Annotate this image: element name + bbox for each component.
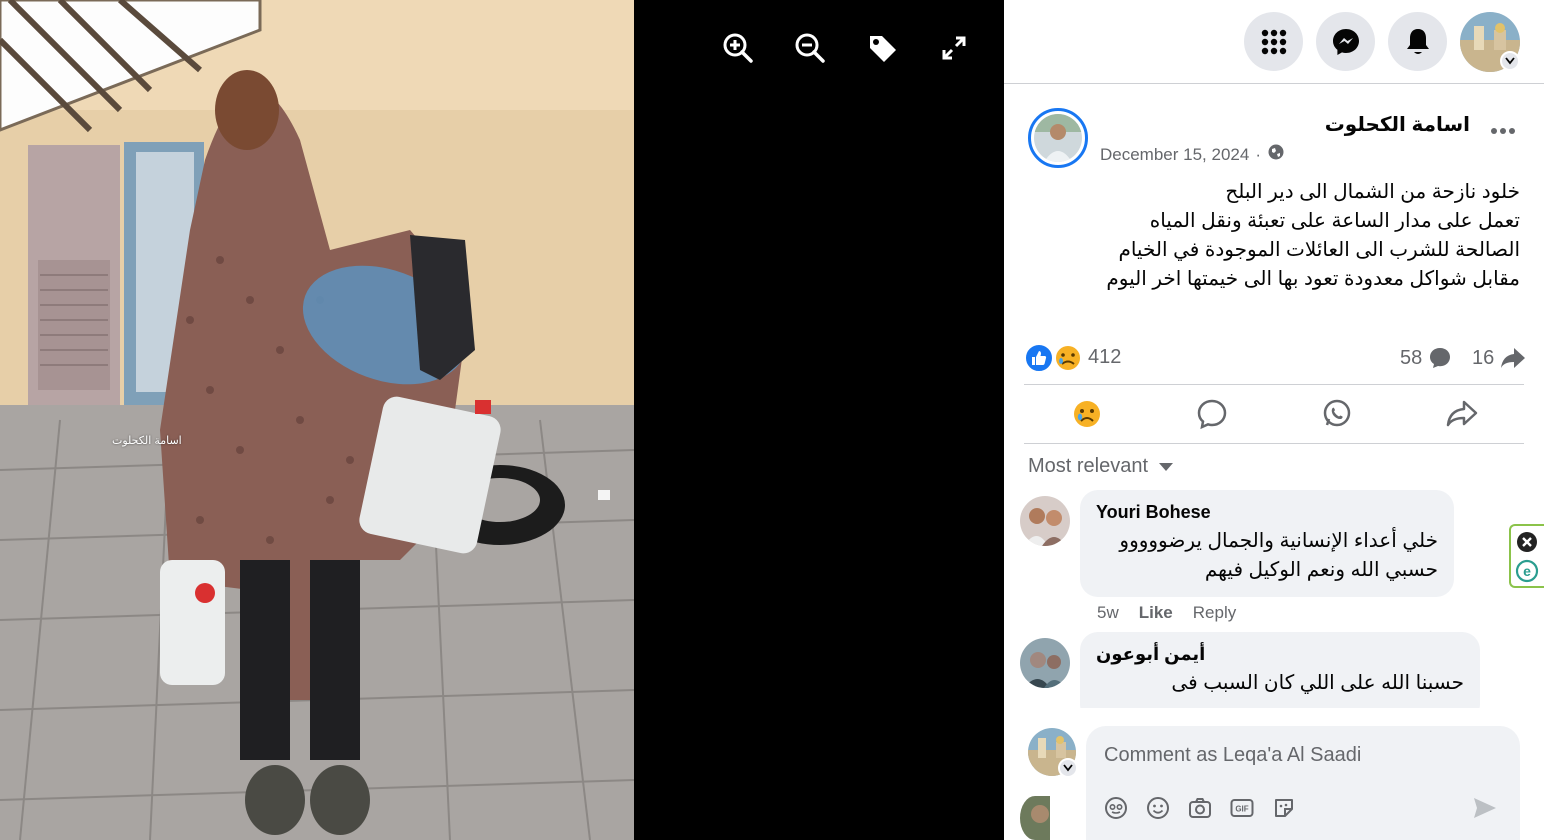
comment-line: خلي أعداء الإنسانية والجمال يرضووووو bbox=[1119, 530, 1438, 552]
zoom-out-icon[interactable] bbox=[794, 30, 826, 66]
comment-composer: Comment as Leqa'a Al Saadi GIF bbox=[1024, 722, 1524, 840]
zoom-in-icon[interactable] bbox=[722, 30, 754, 66]
comment-meta: 5w Like Reply bbox=[1097, 603, 1236, 623]
comment-item: Youri Bohese خلي أعداء الإنسانية والجمال… bbox=[1020, 490, 1530, 630]
whatsapp-icon[interactable] bbox=[1307, 392, 1367, 436]
reactions-count[interactable]: 412 bbox=[1088, 346, 1121, 369]
viewer-toolbar bbox=[722, 30, 970, 66]
avatar-sticker-icon[interactable] bbox=[1104, 796, 1128, 820]
comment-line: حسبنا الله على اللي كان السبب فى bbox=[1171, 672, 1464, 694]
post-text-line: الصالحة للشرب الى العائلات الموجودة في ا… bbox=[1118, 239, 1520, 261]
more-options-icon[interactable] bbox=[1490, 122, 1516, 140]
post-side-panel: اسامة الكحلوت December 15, 2024 · خلود ن… bbox=[1004, 0, 1544, 840]
post-date[interactable]: December 15, 2024 bbox=[1100, 145, 1249, 165]
commenter-name[interactable]: أيمن أبوعون bbox=[1096, 644, 1464, 665]
photo-viewer: اسامة الكحلوت bbox=[0, 0, 1004, 840]
post-header: اسامة الكحلوت December 15, 2024 · bbox=[1028, 108, 1528, 172]
comment-bubble-icon bbox=[1430, 348, 1451, 368]
date-separator: · bbox=[1255, 144, 1261, 164]
reaction-icons[interactable] bbox=[1024, 343, 1082, 373]
comment-like-button[interactable]: Like bbox=[1139, 603, 1173, 623]
svg-text:e: e bbox=[1523, 563, 1531, 579]
tag-icon[interactable] bbox=[866, 30, 898, 66]
comment-bubble: Youri Bohese خلي أعداء الإنسانية والجمال… bbox=[1080, 490, 1454, 597]
comment-bubble: أيمن أبوعون حسبنا الله على اللي كان السب… bbox=[1080, 632, 1480, 708]
share-arrow-icon bbox=[1501, 348, 1526, 368]
send-icon[interactable] bbox=[1472, 796, 1498, 825]
camera-icon[interactable] bbox=[1188, 796, 1212, 820]
composer-tools: GIF bbox=[1104, 796, 1296, 820]
globe-icon bbox=[1267, 143, 1285, 166]
commenter-avatar[interactable] bbox=[1020, 496, 1070, 546]
author-name[interactable]: اسامة الكحلوت bbox=[1325, 112, 1470, 137]
partial-avatar bbox=[1020, 796, 1050, 840]
top-bar bbox=[1004, 0, 1544, 84]
commenter-name[interactable]: Youri Bohese bbox=[1096, 502, 1438, 523]
comment-placeholder[interactable]: Comment as Leqa'a Al Saadi bbox=[1104, 744, 1361, 767]
comment-item: أيمن أبوعون حسبنا الله على اللي كان السب… bbox=[1020, 632, 1530, 708]
composer-chevron-icon[interactable] bbox=[1058, 758, 1078, 778]
comment-time[interactable]: 5w bbox=[1097, 603, 1119, 623]
comment-line: حسبي الله ونعم الوكيل فيهم bbox=[1204, 559, 1438, 581]
post-text-line: تعمل على مدار الساعة على تعبئة ونقل المي… bbox=[1149, 210, 1520, 232]
share-icon[interactable] bbox=[1432, 392, 1492, 436]
menu-grid-icon[interactable] bbox=[1244, 12, 1303, 71]
post-action-bar bbox=[1024, 384, 1524, 444]
gif-icon[interactable]: GIF bbox=[1230, 796, 1254, 820]
messenger-icon[interactable] bbox=[1316, 12, 1375, 71]
fullscreen-icon[interactable] bbox=[938, 30, 970, 66]
post-date-row: December 15, 2024 · bbox=[1100, 143, 1285, 166]
shares-count-value: 16 bbox=[1472, 346, 1495, 369]
svg-text:GIF: GIF bbox=[1235, 805, 1248, 814]
chevron-down-icon[interactable] bbox=[1500, 51, 1520, 71]
comment-sort-dropdown[interactable]: Most relevant bbox=[1028, 455, 1174, 478]
reactions-row: 412 58 16 bbox=[1024, 340, 1530, 376]
photo-illustration bbox=[0, 0, 634, 840]
author-avatar[interactable] bbox=[1028, 108, 1088, 168]
post-text: خلود نازحة من الشمال الى دير البلح تعمل … bbox=[1040, 178, 1520, 294]
post-text-line: خلود نازحة من الشمال الى دير البلح bbox=[1225, 181, 1520, 203]
commenter-avatar[interactable] bbox=[1020, 638, 1070, 688]
bell-icon[interactable] bbox=[1388, 12, 1447, 71]
browser-extension-widget[interactable]: e bbox=[1509, 524, 1544, 588]
emoji-icon[interactable] bbox=[1146, 796, 1170, 820]
shares-count[interactable]: 16 bbox=[1472, 346, 1526, 370]
photo-watermark: اسامة الكحلوت bbox=[112, 435, 182, 447]
post-text-line: مقابل شواكل معدودة تعود بها الى خيمتها ا… bbox=[1106, 268, 1520, 290]
sort-label: Most relevant bbox=[1028, 455, 1149, 477]
post-photo[interactable]: اسامة الكحلوت bbox=[0, 0, 634, 840]
caret-down-icon bbox=[1159, 462, 1174, 471]
sticker-icon[interactable] bbox=[1272, 796, 1296, 820]
comment-input[interactable]: Comment as Leqa'a Al Saadi GIF bbox=[1086, 726, 1520, 840]
comments-list: Youri Bohese خلي أعداء الإنسانية والجمال… bbox=[1020, 490, 1530, 708]
comment-icon[interactable] bbox=[1182, 392, 1242, 436]
comment-reply-button[interactable]: Reply bbox=[1193, 603, 1236, 623]
extension-e-icon: e bbox=[1515, 559, 1539, 583]
sad-reaction-icon[interactable] bbox=[1057, 392, 1117, 436]
close-icon bbox=[1517, 532, 1537, 552]
comments-count[interactable]: 58 bbox=[1400, 346, 1452, 370]
comments-count-value: 58 bbox=[1400, 346, 1423, 369]
like-sad-reactions-icon bbox=[1024, 343, 1082, 373]
